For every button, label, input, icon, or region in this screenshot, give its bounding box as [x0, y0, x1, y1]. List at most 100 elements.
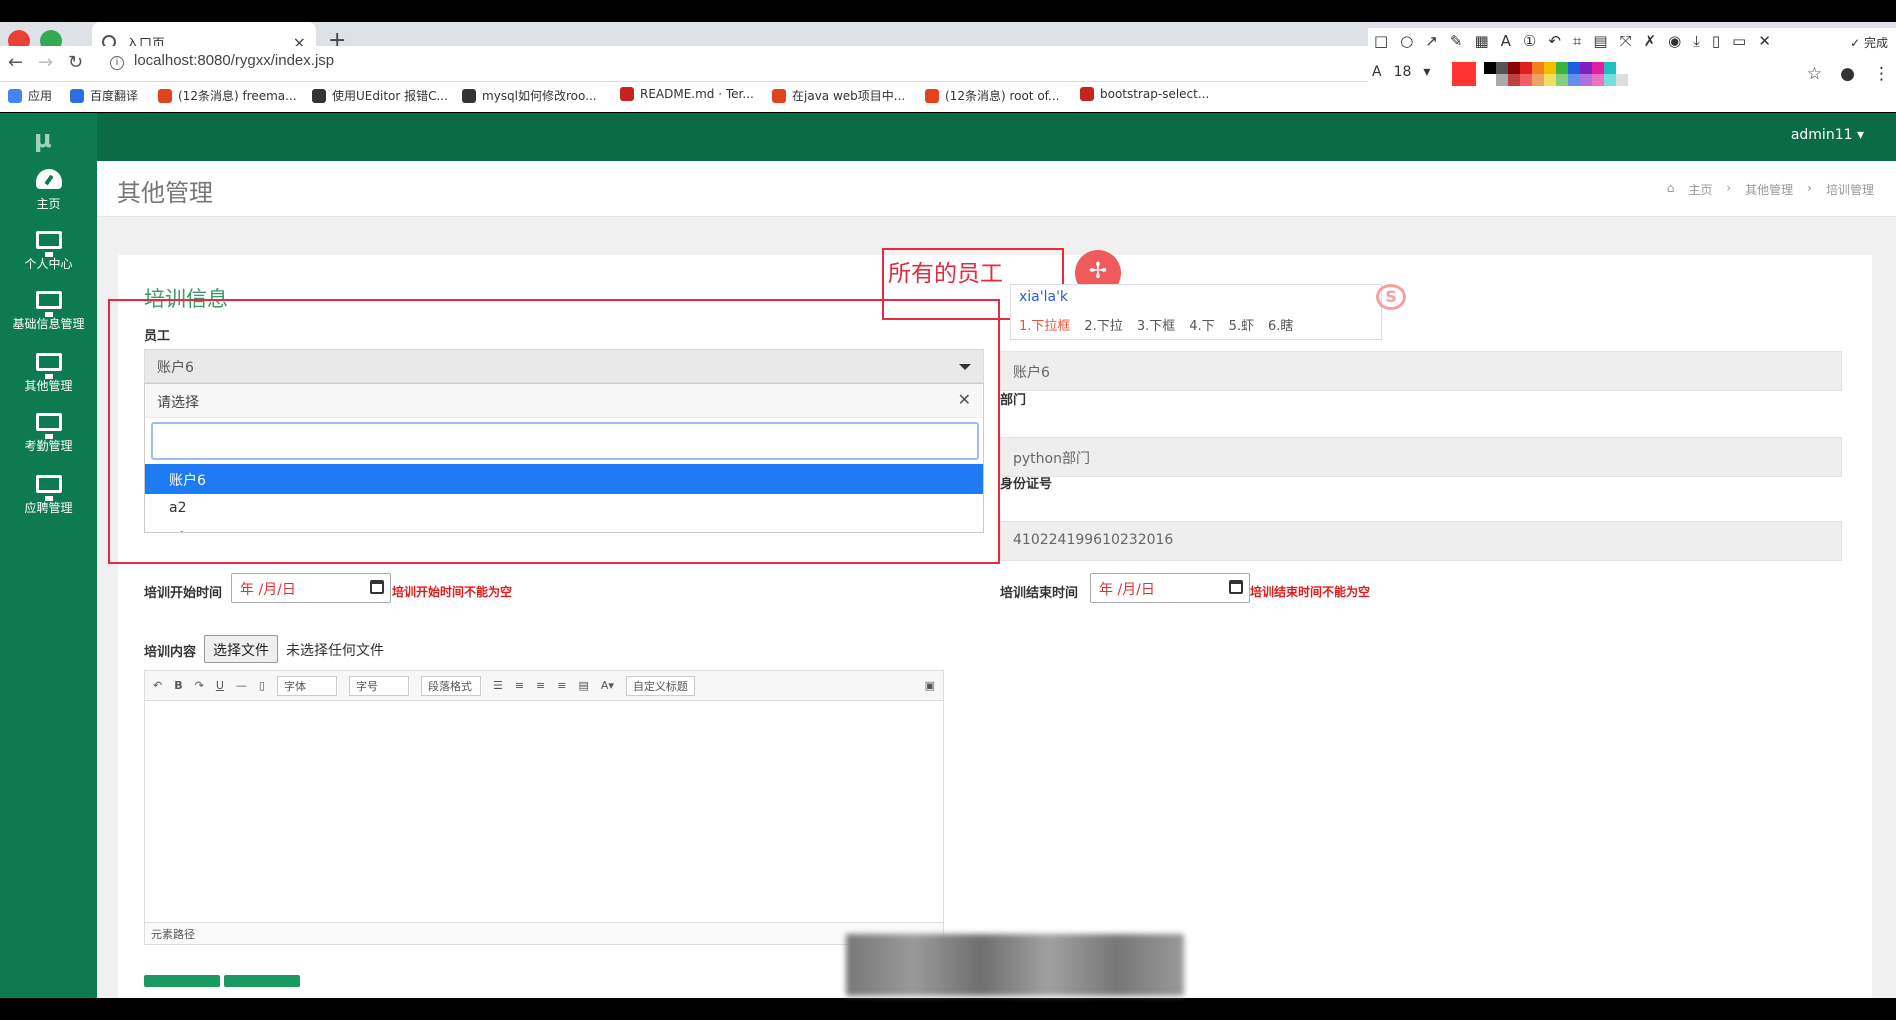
palette-color-swatch[interactable] — [1592, 62, 1604, 74]
submit-button[interactable] — [144, 975, 220, 987]
clear-format-icon[interactable]: ▯ — [259, 679, 265, 692]
palette-color-swatch[interactable] — [1520, 74, 1532, 86]
palette-color-swatch[interactable] — [1616, 62, 1628, 74]
horizontal-rule-icon[interactable]: — — [236, 679, 247, 692]
font-family-select[interactable]: 字体 — [276, 675, 337, 696]
align-center-icon[interactable]: ≡ — [536, 679, 545, 692]
rich-text-editor[interactable]: ↶ B ↷ U — ▯ 字体 字号 段落格式 ☰ ≡ ≡ ≡ ▤ A▾ 自定义标… — [144, 670, 944, 945]
bold-icon[interactable]: B — [174, 679, 182, 692]
ime-candidate[interactable]: 3.下框 — [1137, 315, 1175, 334]
undo-icon[interactable]: ↶ — [1548, 32, 1561, 50]
redo-icon[interactable]: ↷ — [195, 679, 204, 692]
fullscreen-icon[interactable]: ▣ — [925, 679, 935, 692]
download-icon[interactable]: ⤓ — [1693, 32, 1700, 50]
bookmark-item[interactable]: mysql如何修改roo... — [462, 87, 597, 104]
undo-icon[interactable]: ↶ — [153, 679, 162, 692]
calendar-icon[interactable] — [1229, 580, 1243, 594]
done-button[interactable]: ✓ 完成 — [1850, 34, 1888, 51]
ime-candidate[interactable]: 6.瞎 — [1268, 315, 1293, 334]
forward-icon[interactable]: → — [38, 52, 53, 73]
calendar-icon[interactable] — [370, 580, 384, 594]
palette-color-swatch[interactable] — [1520, 62, 1532, 74]
pen-tool-icon[interactable]: ✎ — [1450, 32, 1463, 50]
bookmark-item[interactable]: 在java web项目中... — [772, 87, 905, 104]
start-date-input[interactable]: 年 /月/日 — [231, 573, 391, 603]
palette-color-swatch[interactable] — [1580, 62, 1592, 74]
sidebar-item[interactable]: 主页 — [0, 169, 97, 212]
palette-color-swatch[interactable] — [1568, 74, 1580, 86]
custom-heading-select[interactable]: 自定义标题 — [625, 675, 695, 696]
breadcrumb-home[interactable]: 主页 — [1688, 181, 1712, 198]
align-left-icon[interactable]: ≡ — [515, 679, 524, 692]
palette-color-swatch[interactable] — [1604, 62, 1616, 74]
cancel-button[interactable] — [224, 975, 300, 987]
back-icon[interactable]: ← — [8, 52, 23, 73]
paragraph-select[interactable]: 段落格式 — [420, 675, 481, 696]
align-justify-icon[interactable]: ▤ — [578, 679, 588, 692]
arrow-tool-icon[interactable]: ↗ — [1425, 32, 1438, 50]
palette-color-swatch[interactable] — [1508, 74, 1520, 86]
bookmark-item[interactable]: (12条消息) freema... — [158, 87, 297, 104]
palette-color-swatch[interactable] — [1568, 62, 1580, 74]
mosaic-tool-icon[interactable]: ▦ — [1474, 32, 1488, 50]
url-field[interactable]: i localhost:8080/rygxx/index.jsp — [110, 52, 334, 70]
bookmark-item[interactable]: (12条消息) root of... — [925, 87, 1059, 104]
palette-color-swatch[interactable] — [1532, 74, 1544, 86]
account-icon[interactable]: ● — [1840, 64, 1855, 84]
palette-color-swatch[interactable] — [1592, 74, 1604, 86]
sidebar-item[interactable]: 考勤管理 — [0, 413, 97, 454]
crop-tool-icon[interactable]: ⌗ — [1573, 32, 1581, 50]
copy-icon[interactable]: ▯ — [1712, 32, 1720, 50]
bookmark-item[interactable]: bootstrap-select... — [1080, 87, 1209, 101]
palette-color-swatch[interactable] — [1496, 62, 1508, 74]
ellipse-tool-icon[interactable]: ○ — [1400, 32, 1413, 50]
user-menu[interactable]: admin11 ▾ — [1791, 127, 1864, 143]
palette-color-swatch[interactable] — [1544, 74, 1556, 86]
palette-color-swatch[interactable] — [1580, 74, 1592, 86]
palette-color-swatch[interactable] — [1484, 62, 1496, 74]
palette-color-swatch[interactable] — [1556, 62, 1568, 74]
breadcrumb-other[interactable]: 其他管理 — [1745, 181, 1793, 198]
site-info-icon[interactable]: i — [110, 56, 124, 70]
magic-tool-icon[interactable]: ✗ — [1644, 32, 1657, 50]
reload-icon[interactable]: ↻ — [68, 52, 83, 73]
record-tool-icon[interactable]: ◉ — [1668, 32, 1681, 50]
palette-color-swatch[interactable] — [1544, 62, 1556, 74]
bookmark-item[interactable]: 百度翻译 — [70, 87, 138, 104]
align-right-icon[interactable]: ≡ — [557, 679, 566, 692]
sidebar-item[interactable]: 其他管理 — [0, 353, 97, 394]
sidebar-item[interactable]: 个人中心 — [0, 231, 97, 272]
ime-candidate[interactable]: 1.下拉框 — [1019, 315, 1070, 334]
bookmark-item[interactable]: 使用UEditor 报错C... — [312, 87, 448, 104]
current-color-swatch[interactable] — [1452, 62, 1476, 86]
ime-candidate[interactable]: 2.下拉 — [1084, 315, 1122, 334]
ime-candidate[interactable]: 5.虾 — [1229, 315, 1254, 334]
text-tool-icon[interactable]: A — [1501, 32, 1511, 50]
palette-color-swatch[interactable] — [1508, 62, 1520, 74]
sidebar-item[interactable]: 基础信息管理 — [0, 291, 97, 332]
number-tool-icon[interactable]: ① — [1523, 32, 1536, 50]
palette-color-swatch[interactable] — [1484, 74, 1496, 86]
font-size-select[interactable]: 字号 — [348, 675, 409, 696]
font-color-icon[interactable]: A▾ — [601, 679, 614, 692]
pin-tool-icon[interactable]: ⤧ — [1620, 32, 1632, 50]
end-date-input[interactable]: 年 /月/日 — [1090, 573, 1250, 603]
star-icon[interactable]: ☆ — [1807, 64, 1822, 84]
choose-file-button[interactable]: 选择文件 — [204, 635, 278, 663]
color-palette[interactable] — [1484, 62, 1628, 86]
sidebar-item[interactable]: 应聘管理 — [0, 475, 97, 516]
bookmark-item[interactable]: 应用 — [8, 87, 52, 104]
underline-icon[interactable]: U — [216, 679, 224, 692]
palette-color-swatch[interactable] — [1616, 74, 1628, 86]
palette-color-swatch[interactable] — [1496, 74, 1508, 86]
rectangle-tool-icon[interactable]: □ — [1374, 32, 1388, 50]
palette-color-swatch[interactable] — [1532, 62, 1544, 74]
ime-candidate[interactable]: 4.下 — [1189, 315, 1214, 334]
menu-icon[interactable]: ⋮ — [1873, 64, 1890, 84]
close-tool-icon[interactable]: ✕ — [1758, 32, 1771, 50]
save-icon[interactable]: ▭ — [1732, 32, 1746, 50]
bookmark-item[interactable]: README.md · Ter... — [620, 87, 754, 101]
ocr-tool-icon[interactable]: ▤ — [1593, 32, 1607, 50]
chevron-down-icon[interactable]: ▾ — [1423, 64, 1430, 80]
palette-color-swatch[interactable] — [1604, 74, 1616, 86]
